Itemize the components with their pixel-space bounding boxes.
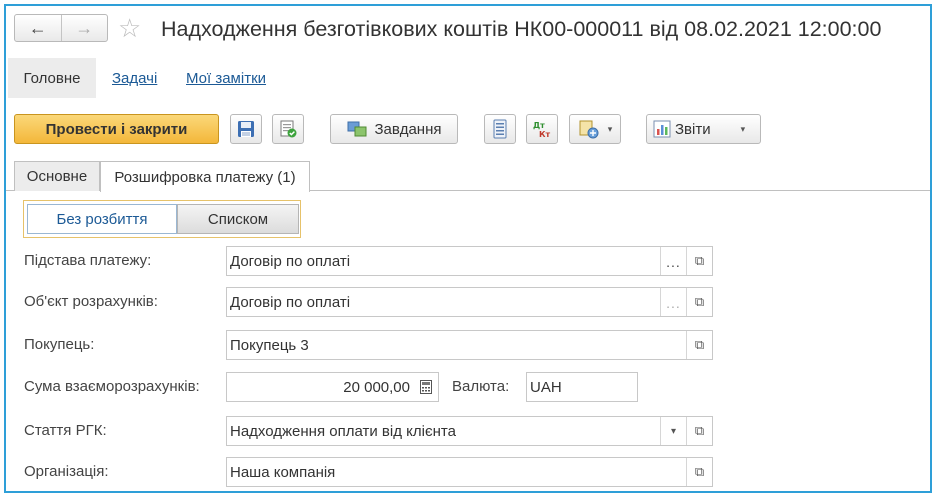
currency-field[interactable]: UAH xyxy=(526,372,638,402)
chevron-down-icon: ▾ xyxy=(607,123,613,134)
settlement-object-field[interactable]: Договір по оплаті ... ⧉ xyxy=(226,287,713,317)
dropdown-button[interactable]: ▾ xyxy=(660,417,686,445)
page-title: Надходження безготівкових коштів НК00-00… xyxy=(161,17,882,41)
open-button[interactable]: ⧉ xyxy=(686,288,712,316)
settlement-object-value: Договір по оплаті xyxy=(230,293,351,311)
report-icon xyxy=(653,120,671,138)
select-button[interactable]: ... xyxy=(660,288,686,316)
svg-text:Кт: Кт xyxy=(539,130,551,139)
rgk-item-field[interactable]: Надходження оплати від клієнта ▾ ⧉ xyxy=(226,416,713,446)
post-button[interactable] xyxy=(272,114,304,144)
arrow-right-icon: → xyxy=(75,17,94,38)
buyer-value: Покупець 3 xyxy=(230,336,309,354)
debit-credit-icon: Дт Кт xyxy=(533,121,551,139)
payment-basis-field[interactable]: Договір по оплаті ... ⧉ xyxy=(226,246,713,276)
select-button[interactable]: ... xyxy=(660,247,686,275)
open-window-icon: ⧉ xyxy=(694,423,705,438)
breakdown-mode-switch: Без розбиття Списком xyxy=(23,200,301,238)
settlement-amount-field[interactable]: 20 000,00 xyxy=(226,372,439,402)
section-main[interactable]: Головне xyxy=(8,58,96,98)
tab-payment-breakdown[interactable]: Розшифровка платежу (1) xyxy=(100,161,310,192)
forward-button[interactable]: → xyxy=(60,15,108,41)
open-window-icon: ⧉ xyxy=(694,337,705,352)
section-tasks-link[interactable]: Задачі xyxy=(112,70,157,87)
reports-button[interactable]: Звіти ▾ xyxy=(646,114,761,144)
section-notes-link[interactable]: Мої замітки xyxy=(186,70,266,87)
structure-button[interactable] xyxy=(484,114,516,144)
chevron-down-icon: ▾ xyxy=(740,123,746,134)
star-icon[interactable]: ☆ xyxy=(118,14,141,42)
arrow-left-icon: ← xyxy=(28,17,47,38)
back-button[interactable]: ← xyxy=(15,15,61,41)
debit-credit-button[interactable]: Дт Кт xyxy=(526,114,558,144)
save-button[interactable] xyxy=(230,114,262,144)
calculator-icon xyxy=(420,380,432,394)
task-icon xyxy=(347,121,366,137)
ellipsis-icon: ... xyxy=(666,254,681,270)
task-label: Завдання xyxy=(374,120,442,138)
settlement-amount-label: Сума взаєморозрахунків: xyxy=(24,378,200,395)
reports-label: Звіти xyxy=(675,120,711,138)
currency-label: Валюта: xyxy=(452,378,510,395)
open-button[interactable]: ⧉ xyxy=(686,417,712,445)
calculator-button[interactable] xyxy=(414,373,438,401)
rgk-item-value: Надходження оплати від клієнта xyxy=(230,422,456,440)
settlement-amount-value: 20 000,00 xyxy=(343,378,410,396)
post-document-icon xyxy=(280,120,297,138)
payment-basis-value: Договір по оплаті xyxy=(230,252,351,270)
settlement-object-label: Об'єкт розрахунків: xyxy=(24,293,158,310)
document-list-icon xyxy=(493,119,507,139)
create-based-on-icon xyxy=(579,120,599,139)
rgk-item-label: Стаття РГК: xyxy=(24,422,107,439)
open-button[interactable]: ⧉ xyxy=(686,247,712,275)
tab-main-label: Основне xyxy=(26,168,88,185)
open-window-icon: ⧉ xyxy=(694,253,705,268)
open-button[interactable]: ⧉ xyxy=(686,331,712,359)
tab-payment-breakdown-label: Розшифровка платежу (1) xyxy=(114,168,296,186)
open-window-icon: ⧉ xyxy=(694,464,705,479)
organization-label: Організація: xyxy=(24,463,109,480)
nav-buttons: ← → xyxy=(14,14,108,42)
buyer-label: Покупець: xyxy=(24,336,95,353)
payment-basis-label: Підстава платежу: xyxy=(24,252,152,269)
organization-field[interactable]: Наша компанія ⧉ xyxy=(226,457,713,487)
post-and-close-button[interactable]: Провести і закрити xyxy=(14,114,219,144)
task-button[interactable]: Завдання xyxy=(330,114,458,144)
chevron-down-icon: ▾ xyxy=(670,425,677,437)
create-based-on-button[interactable]: ▾ xyxy=(569,114,621,144)
svg-text:Дт: Дт xyxy=(533,121,545,130)
currency-value: UAH xyxy=(530,378,562,396)
open-button[interactable]: ⧉ xyxy=(686,458,712,486)
floppy-disk-icon xyxy=(238,121,254,137)
tab-main[interactable]: Основне xyxy=(14,161,100,191)
option-list[interactable]: Списком xyxy=(177,204,299,234)
post-and-close-label: Провести і закрити xyxy=(45,120,188,138)
buyer-field[interactable]: Покупець 3 ⧉ xyxy=(226,330,713,360)
organization-value: Наша компанія xyxy=(230,463,336,481)
option-no-breakdown[interactable]: Без розбиття xyxy=(27,204,177,234)
ellipsis-icon: ... xyxy=(666,295,681,311)
open-window-icon: ⧉ xyxy=(694,294,705,309)
document-window: ← → ☆ Надходження безготівкових коштів Н… xyxy=(4,4,932,493)
